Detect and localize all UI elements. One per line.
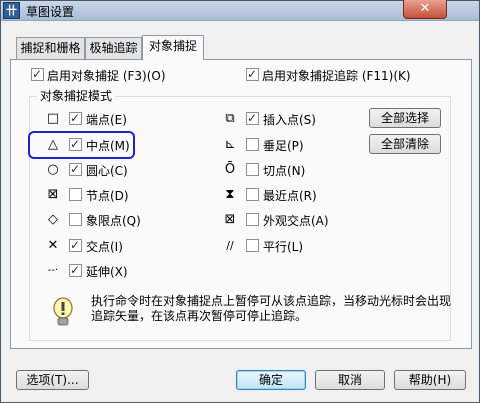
options-button[interactable]: 选项(T)... [16, 370, 89, 390]
tab-label: 对象捕捉 [148, 39, 197, 53]
intersection-checkbox[interactable] [69, 238, 82, 252]
intersection-label: 交点(I) [86, 240, 123, 254]
insertion-checkbox[interactable] [246, 111, 259, 125]
cancel-button[interactable]: 取消 [315, 370, 385, 390]
parallel-checkbox[interactable] [246, 239, 259, 252]
perpendicular-checkbox[interactable] [246, 138, 259, 151]
lightbulb-icon [53, 297, 73, 326]
tab-label: 捕捉和栅格 [20, 41, 81, 55]
dialog-window: 卄 草图设置 ✕ 捕捉和栅格 极轴追踪 对象捕捉 启用对象捕捉 (F3)(O) … [0, 0, 480, 403]
enable-tracking-checkbox[interactable] [246, 67, 259, 81]
quadrant-checkbox[interactable] [69, 213, 82, 226]
drafting-icon: 卄 [3, 2, 20, 19]
perpendicular-label: 垂足(P) [263, 139, 304, 153]
ok-button[interactable]: 确定 [236, 370, 306, 390]
tab-object-snap[interactable]: 对象捕捉 [142, 35, 204, 60]
tangent-icon: Ō [224, 162, 236, 177]
apparent-intersection-icon: ⊠ [224, 212, 236, 227]
circle-icon: ○ [47, 162, 59, 177]
quadrant-label: 象限点(Q) [86, 214, 141, 228]
snap-modes-title: 对象捕捉模式 [37, 87, 116, 104]
center-label: 圆心(C) [86, 164, 128, 178]
extension-checkbox[interactable] [69, 263, 82, 277]
square-icon: □ [46, 111, 60, 126]
apparent-intersection-label: 外观交点(A) [263, 214, 329, 228]
close-icon: ✕ [419, 1, 431, 16]
endpoint-label: 端点(E) [86, 113, 127, 127]
enable-tracking-label: 启用对象捕捉追踪 (F11)(K) [262, 69, 411, 83]
nearest-label: 最近点(R) [263, 189, 317, 203]
enable-osnap-checkbox[interactable] [31, 67, 44, 81]
tracking-info-text: 执行命令时在对象捕捉点上暂停可从该点追踪，当移动光标时会出现追踪矢量，在该点再次… [91, 294, 452, 323]
node-checkbox[interactable] [69, 188, 82, 201]
tangent-label: 切点(N) [263, 164, 306, 178]
insertion-label: 插入点(S) [263, 113, 316, 127]
cross-icon: ✕ [47, 238, 59, 253]
clear-all-button[interactable]: 全部清除 [369, 134, 441, 154]
enable-osnap-label: 启用对象捕捉 (F3)(O) [47, 69, 166, 83]
center-checkbox[interactable] [69, 162, 82, 176]
help-button[interactable]: 帮助(H) [394, 370, 466, 390]
tab-polar-tracking[interactable]: 极轴追踪 [85, 37, 142, 59]
parallel-icon: ∕∕ [226, 239, 234, 252]
apparent-intersection-checkbox[interactable] [246, 213, 259, 226]
nearest-icon: ⧗ [225, 187, 235, 202]
tangent-checkbox[interactable] [246, 163, 259, 176]
midpoint-highlight [28, 131, 135, 159]
node-icon: ⊠ [47, 187, 59, 202]
diamond-icon: ◇ [48, 212, 58, 227]
extension-label: 延伸(X) [86, 265, 128, 279]
endpoint-checkbox[interactable] [69, 111, 82, 125]
tab-label: 极轴追踪 [89, 41, 138, 55]
insert-icon: ⧉ [225, 111, 235, 126]
node-label: 节点(D) [86, 189, 129, 203]
perpendicular-icon: ⊾ [224, 137, 236, 152]
extension-icon: ‐‐· [47, 265, 59, 276]
window-title: 草图设置 [26, 5, 75, 19]
close-button[interactable]: ✕ [403, 0, 447, 19]
nearest-checkbox[interactable] [246, 188, 259, 201]
title-bar[interactable]: 卄 草图设置 ✕ [1, 0, 479, 21]
select-all-button[interactable]: 全部选择 [369, 108, 441, 128]
tab-snap-grid[interactable]: 捕捉和栅格 [16, 37, 85, 59]
parallel-label: 平行(L) [263, 240, 304, 254]
